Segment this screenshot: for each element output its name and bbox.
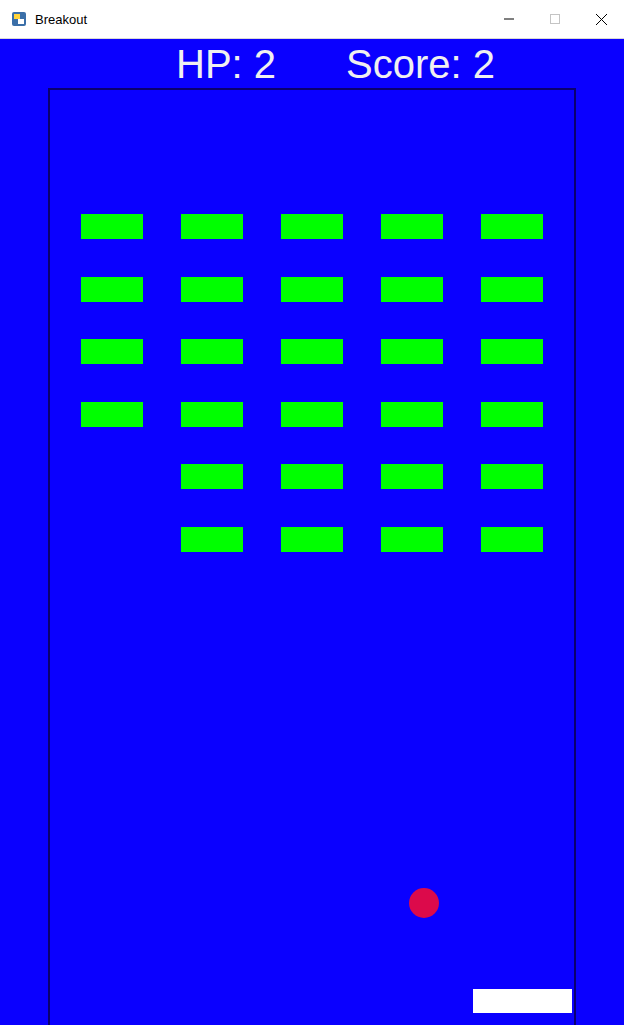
- window-title: Breakout: [35, 12, 87, 27]
- close-button[interactable]: [578, 0, 624, 38]
- brick: [281, 464, 343, 489]
- brick: [281, 339, 343, 364]
- brick: [481, 214, 543, 239]
- brick: [81, 402, 143, 427]
- brick: [281, 527, 343, 552]
- paddle[interactable]: [473, 989, 572, 1013]
- brick: [81, 214, 143, 239]
- brick: [481, 527, 543, 552]
- ball: [409, 888, 439, 918]
- brick: [481, 339, 543, 364]
- python-icon: [11, 11, 27, 27]
- brick: [281, 214, 343, 239]
- hp-label: HP: 2: [176, 42, 276, 86]
- brick: [481, 402, 543, 427]
- brick: [381, 402, 443, 427]
- minimize-icon: [504, 14, 514, 24]
- brick: [381, 339, 443, 364]
- brick: [181, 527, 243, 552]
- close-icon: [596, 14, 607, 25]
- maximize-button: [532, 0, 578, 38]
- brick-grid: [50, 90, 574, 552]
- brick: [281, 277, 343, 302]
- maximize-icon: [550, 14, 560, 24]
- brick: [381, 214, 443, 239]
- title-bar: Breakout: [0, 0, 624, 39]
- brick: [181, 402, 243, 427]
- brick: [381, 527, 443, 552]
- game-area: HP: 2 Score: 2: [0, 39, 624, 1025]
- brick: [181, 339, 243, 364]
- brick: [181, 464, 243, 489]
- brick: [381, 277, 443, 302]
- breakout-window: Breakout HP: 2 Score: 2: [0, 0, 624, 1025]
- minimize-button[interactable]: [486, 0, 532, 38]
- hud: HP: 2 Score: 2: [0, 39, 624, 88]
- brick: [481, 464, 543, 489]
- brick: [381, 464, 443, 489]
- brick: [181, 277, 243, 302]
- score-label: Score: 2: [346, 42, 495, 86]
- brick: [481, 277, 543, 302]
- brick: [81, 339, 143, 364]
- playfield: [48, 88, 576, 1025]
- brick: [281, 402, 343, 427]
- brick: [181, 214, 243, 239]
- brick: [81, 277, 143, 302]
